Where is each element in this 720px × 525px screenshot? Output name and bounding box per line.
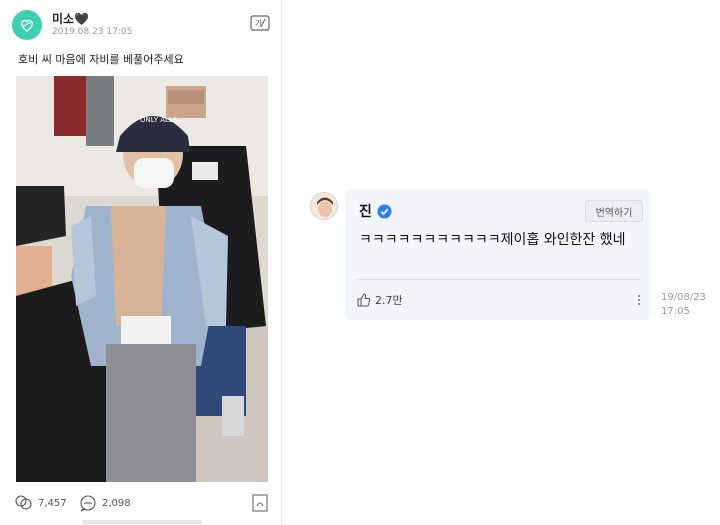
replier-avatar-image — [311, 193, 337, 219]
replier-name-row: 진 — [359, 201, 392, 221]
svg-text:가: 가 — [255, 19, 263, 28]
post-footer: 7,457 2,098 — [14, 492, 270, 516]
heart-logo-icon — [21, 19, 33, 32]
more-vertical-icon[interactable] — [637, 294, 641, 306]
reply-bubble: 진 번역하기 ㅋㅋㅋㅋㅋㅋㅋㅋㅋㅋㅋ제이홉 와인한잔 했네 2.7만 — [345, 190, 651, 320]
replier-avatar[interactable] — [310, 192, 338, 220]
author-name[interactable]: 미소🖤 — [52, 10, 89, 27]
thumbs-up-icon — [357, 293, 371, 307]
reply-like-button[interactable]: 2.7만 — [357, 292, 403, 308]
comment-count: 2,098 — [102, 497, 131, 509]
like-count: 7,457 — [38, 497, 67, 509]
post-card: 미소🖤 2019.08.23 17:05 가 호비 씨 마음에 자비를 베풀어주… — [0, 0, 282, 525]
like-icon — [15, 495, 32, 510]
airport-photo-illustration: ONLY ALLS — [16, 76, 268, 482]
reply-date: 19/08/23 — [661, 292, 706, 303]
translate-button[interactable]: 번역하기 — [585, 200, 643, 222]
post-date: 2019.08.23 17:05 — [52, 27, 133, 37]
post-photo[interactable]: ONLY ALLS — [16, 76, 268, 482]
comment-icon — [80, 495, 96, 512]
comment-stat[interactable]: 2,098 — [78, 494, 131, 512]
translate-icon[interactable]: 가 — [250, 14, 270, 32]
post-header: 미소🖤 2019.08.23 17:05 가 — [12, 10, 272, 40]
reply-text: ㅋㅋㅋㅋㅋㅋㅋㅋㅋㅋㅋ제이홉 와인한잔 했네 — [359, 232, 626, 248]
post-text: 호비 씨 마음에 자비를 베풀어주세요 — [18, 53, 184, 66]
reply-time: 17:05 — [661, 306, 690, 317]
like-stat[interactable]: 7,457 — [14, 494, 67, 512]
reply-divider — [355, 279, 641, 280]
replier-name[interactable]: 진 — [359, 201, 372, 221]
author-avatar[interactable] — [12, 10, 42, 40]
cap-text: ONLY ALLS — [140, 116, 178, 124]
verified-check-icon — [377, 203, 392, 219]
bookmark-icon[interactable] — [252, 494, 268, 512]
reply-like-count: 2.7만 — [375, 294, 403, 307]
scroll-indicator — [82, 520, 202, 524]
